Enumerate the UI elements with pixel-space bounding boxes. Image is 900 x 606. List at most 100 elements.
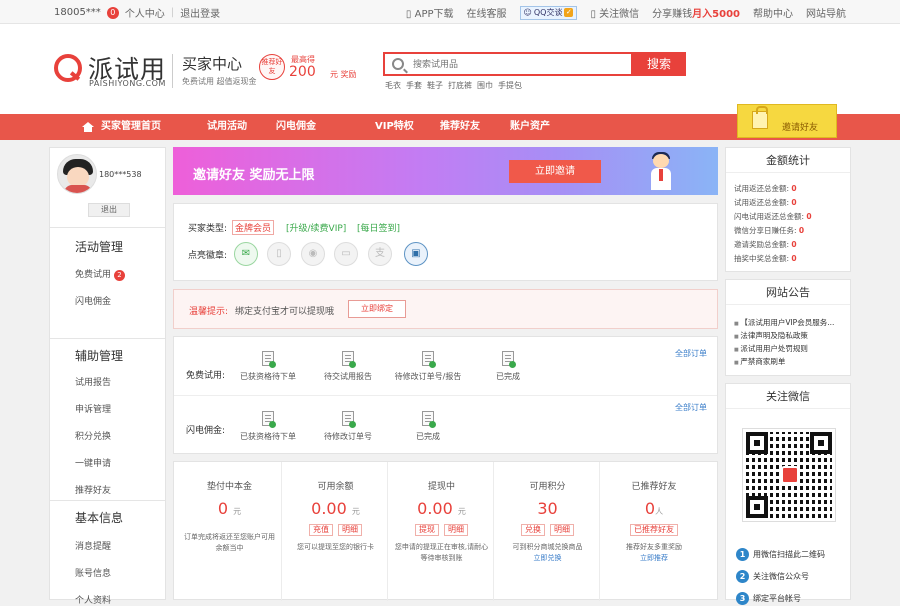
invite-banner[interactable]: 邀请好友 奖励无上限 立即邀请 — [173, 147, 718, 195]
search-box — [383, 52, 633, 76]
wechat-panel: 关注微信 1 用微信扫描此二维码 2 关注微信公众号 3 绑定平台帐号 — [725, 383, 851, 605]
nav-flash[interactable]: 闪电佣金 — [276, 114, 316, 140]
logo-icon[interactable] — [54, 54, 82, 82]
bind-alipay-button[interactable]: 立即绑定 — [348, 300, 406, 318]
mail-badge-icon[interactable]: ✉ — [234, 242, 258, 266]
account-panel: 垫付中本金 0 元 订单完成将返还至您账户可用余额当中 可用余额 0.00 元 … — [173, 461, 718, 601]
qr-finder — [746, 496, 768, 518]
upgrade-vip-link[interactable]: [升级/续费VIP] — [286, 221, 346, 234]
sidebar-item-points[interactable]: 积分兑换 — [75, 429, 111, 442]
notice-item[interactable]: 法律声明及隐私政策 — [734, 330, 808, 341]
header-divider — [172, 54, 173, 88]
refer-friend-badge[interactable]: 推荐好友 — [259, 54, 285, 80]
online-service-link[interactable]: 在线客服 — [467, 5, 507, 20]
document-icon — [422, 411, 436, 428]
stats-title: 金额统计 — [726, 148, 850, 173]
promo-amount: 200 — [289, 64, 316, 80]
all-orders-link[interactable]: 全部订单 — [675, 348, 707, 359]
stat-line: 试用返还总金额: 0 — [734, 198, 797, 207]
free-trial-row-label: 免费试用: — [186, 371, 226, 381]
top-username[interactable]: 18005*** — [54, 7, 101, 18]
withdraw-button[interactable]: 提现 — [415, 524, 439, 536]
all-orders-link[interactable]: 全部订单 — [675, 402, 707, 413]
invite-friends-tab[interactable]: 邀请好友 — [737, 104, 837, 138]
detail-button[interactable]: 明细 — [550, 524, 574, 536]
exchange-now-link[interactable]: 立即兑换 — [496, 553, 599, 563]
notice-panel: 网站公告 【派试用用户VIP会员服务... 法律声明及隐私政策 派试用用户处罚规… — [725, 279, 851, 376]
notice-item[interactable]: 严禁商家刷单 — [734, 356, 785, 367]
photo-badge-icon[interactable]: ▣ — [404, 242, 428, 266]
sidebar: 180***538 退出 活动管理 免费试用 2 闪电佣金 辅助管理 试用报告 申… — [49, 147, 166, 606]
detail-button[interactable]: 明细 — [338, 524, 362, 536]
nav-home[interactable]: 买家管理首页 — [101, 114, 161, 140]
nav-refer[interactable]: 推荐好友 — [440, 114, 480, 140]
hot-word[interactable]: 鞋子 — [427, 80, 443, 91]
exchange-button[interactable]: 兑换 — [521, 524, 545, 536]
order-status-item[interactable]: 已完成 — [472, 351, 544, 382]
refer-now-link[interactable]: 立即推荐 — [602, 553, 706, 563]
hot-word[interactable]: 毛衣 — [385, 80, 401, 91]
top-bar: 18005*** 0 个人中心 | 退出登录 ▯ APP下载 在线客服 ☺ QQ交… — [0, 0, 900, 24]
wechat-follow-link[interactable]: ▯ 关注微信 — [590, 5, 639, 20]
sidebar-item-messages[interactable]: 消息提醒 — [75, 539, 111, 552]
referred-friends-button[interactable]: 已推荐好友 — [630, 524, 678, 536]
badges-label: 点亮徽章: — [188, 251, 228, 261]
banner-text: 邀请好友 奖励无上限 — [193, 168, 315, 183]
stat-line: 邀请奖励总金额: 0 — [734, 240, 797, 249]
search-icon — [392, 58, 404, 70]
nav-vip[interactable]: VIP特权 — [375, 114, 414, 140]
sidebar-item-account[interactable]: 账号信息 — [75, 566, 111, 579]
nav-trial[interactable]: 试用活动 — [207, 114, 247, 140]
account-col-principal: 垫付中本金 0 元 订单完成将返还至您账户可用余额当中 — [178, 462, 282, 601]
notice-item[interactable]: 派试用用户处罚规则 — [734, 343, 808, 354]
help-center-link[interactable]: 帮助中心 — [753, 5, 793, 20]
member-panel: 买家类型: 金牌会员 [升级/续费VIP] [每日签到] 点亮徽章: ✉ ▯ ◉… — [173, 203, 718, 281]
sidebar-item-free-trial[interactable]: 免费试用 2 — [75, 267, 126, 281]
buyer-center-subtitle: 免费试用 超值返现金 — [182, 77, 257, 86]
sidebar-item-appeal[interactable]: 申诉管理 — [75, 402, 111, 415]
notice-item[interactable]: 【派试用用户VIP会员服务... — [734, 317, 834, 328]
order-status-item[interactable]: 已获资格待下单 — [232, 411, 304, 442]
phone-badge-icon[interactable]: ▯ — [267, 242, 291, 266]
detail-button[interactable]: 明细 — [444, 524, 468, 536]
order-status-item[interactable]: 已完成 — [392, 411, 464, 442]
logo-domain: PAISHIYONG.COM — [89, 79, 166, 88]
sidebar-item-report[interactable]: 试用报告 — [75, 375, 111, 388]
order-status-item[interactable]: 待交试用报告 — [312, 351, 384, 382]
card-badge-icon[interactable]: ▭ — [334, 242, 358, 266]
alipay-badge-icon[interactable]: 支 — [368, 242, 392, 266]
personal-center-link[interactable]: 个人中心 — [125, 5, 165, 20]
message-count-badge[interactable]: 0 — [106, 6, 119, 19]
sidebar-item-flash[interactable]: 闪电佣金 — [75, 294, 111, 307]
wechat-badge-icon[interactable]: ◉ — [301, 242, 325, 266]
logout-link[interactable]: 退出登录 — [180, 5, 220, 20]
section-title: 辅助管理 — [75, 349, 124, 363]
app-download-link[interactable]: ▯ APP下载 — [406, 5, 454, 20]
stat-line: 试用返还总金额: 0 — [734, 184, 797, 193]
sidebar-item-one-click[interactable]: 一键申请 — [75, 456, 111, 469]
hot-word[interactable]: 围巾 — [477, 80, 493, 91]
daily-signin-link[interactable]: [每日签到] — [357, 221, 400, 234]
hot-word[interactable]: 手提包 — [498, 80, 522, 91]
avatar[interactable] — [57, 154, 97, 194]
banner-invite-button[interactable]: 立即邀请 — [509, 160, 601, 183]
wechat-step: 3 绑定平台帐号 — [736, 592, 801, 605]
site-nav-link[interactable]: 网站导航 — [806, 5, 846, 20]
hot-word[interactable]: 打底裤 — [448, 80, 472, 91]
sidebar-logout-button[interactable]: 退出 — [88, 203, 130, 217]
nav-assets[interactable]: 账户资产 — [510, 114, 550, 140]
hot-word[interactable]: 手套 — [406, 80, 422, 91]
hot-words: 毛衣 手套 鞋子 打底裤 围巾 手提包 — [385, 80, 522, 91]
order-status-item[interactable]: 待修改订单号/报告 — [392, 351, 464, 382]
order-status-item[interactable]: 已获资格待下单 — [232, 351, 304, 382]
document-icon — [422, 351, 436, 368]
share-earn-link[interactable]: 分享赚钱月入5000 — [652, 5, 740, 20]
sidebar-item-refer[interactable]: 推荐好友 — [75, 483, 111, 496]
section-title: 活动管理 — [75, 240, 124, 254]
recharge-button[interactable]: 充值 — [309, 524, 333, 536]
search-input[interactable] — [413, 57, 623, 73]
search-button[interactable]: 搜索 — [632, 52, 686, 76]
qq-chat-button[interactable]: ☺ QQ交谈 ✓ — [519, 5, 578, 20]
order-status-item[interactable]: 待修改订单号 — [312, 411, 384, 442]
tip-label: 温馨提示: — [189, 307, 229, 317]
